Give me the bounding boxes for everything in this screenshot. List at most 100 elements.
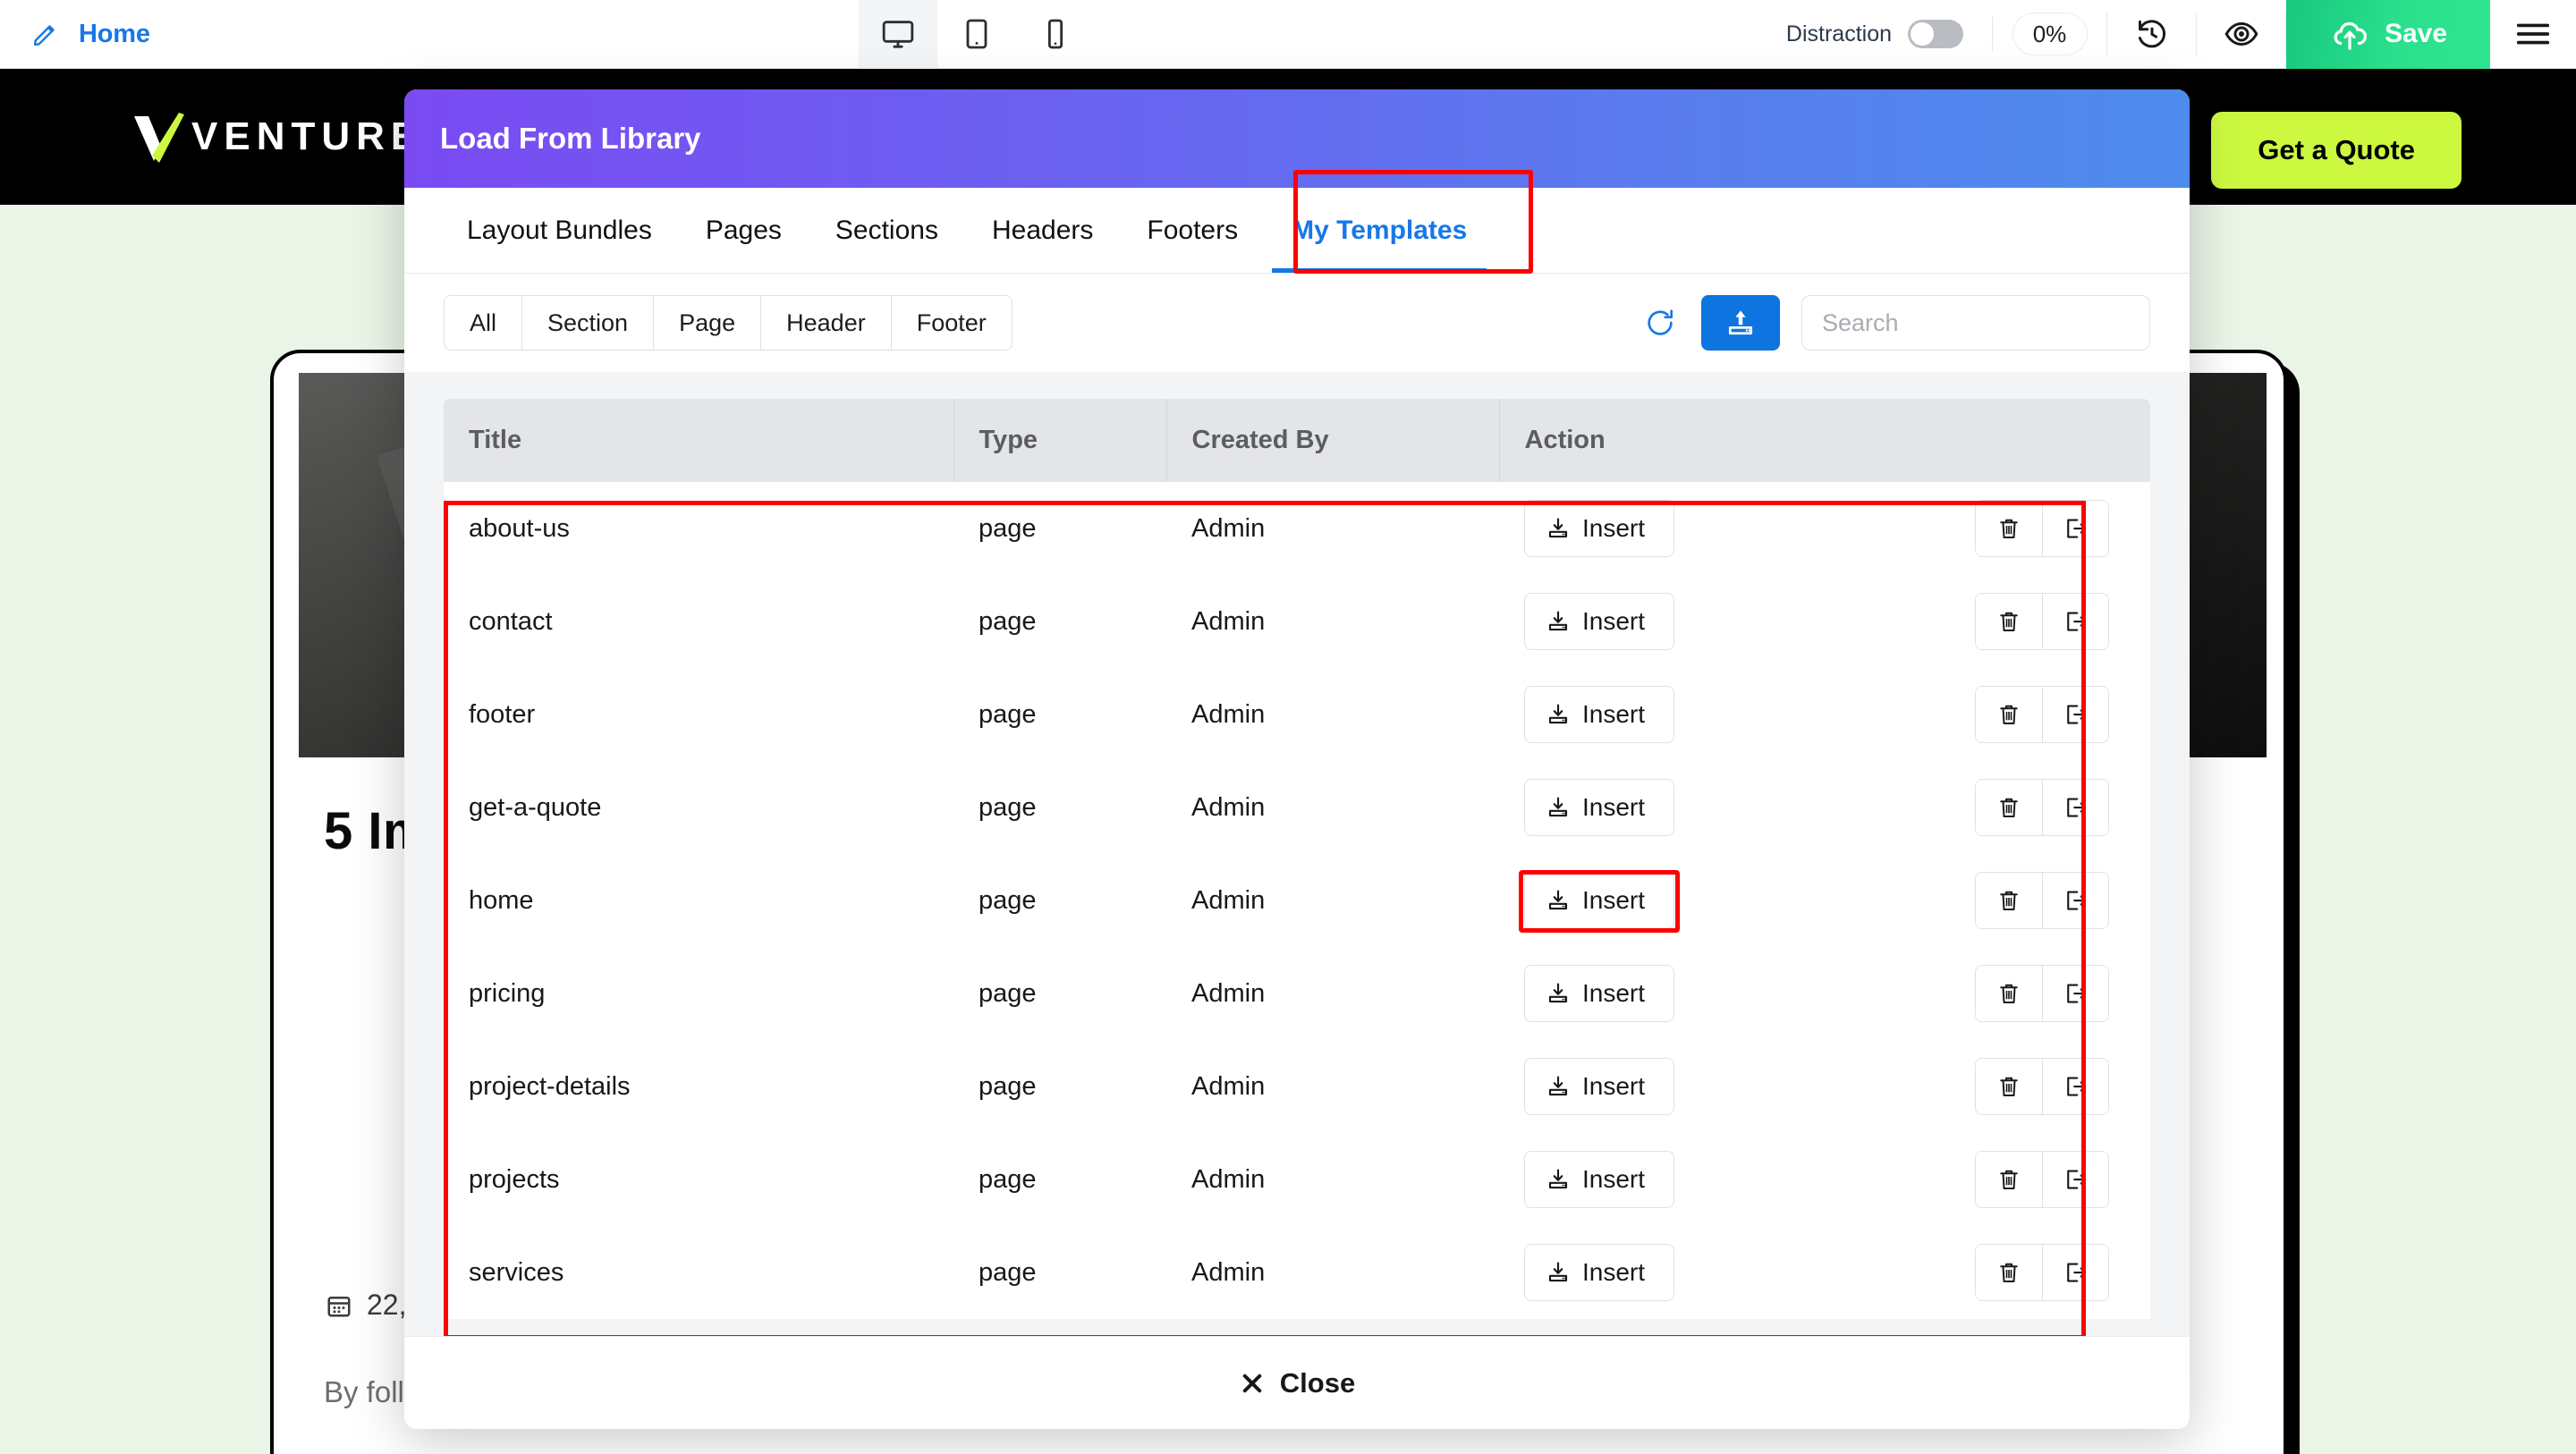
export-button[interactable]	[2042, 1245, 2108, 1300]
calendar-icon	[326, 1292, 352, 1319]
filter-header-button[interactable]: Header	[760, 295, 891, 351]
trash-icon	[1996, 515, 2022, 542]
export-button[interactable]	[2042, 594, 2108, 649]
tab-headers[interactable]: Headers	[965, 188, 1120, 273]
insert-button[interactable]: Insert	[1524, 965, 1674, 1022]
device-mobile-button[interactable]	[1016, 0, 1095, 69]
cell-created-by: Admin	[1166, 1226, 1499, 1319]
table-row[interactable]: about-us page Admin Insert	[444, 482, 2150, 575]
column-created-by: Created By	[1166, 399, 1499, 482]
insert-button[interactable]: Insert	[1524, 500, 1674, 557]
insert-button[interactable]: Insert	[1524, 1058, 1674, 1115]
export-button[interactable]	[2042, 687, 2108, 742]
table-row[interactable]: contact page Admin Insert	[444, 575, 2150, 668]
progress-indicator-wrap: 0%	[1993, 13, 2107, 55]
close-button[interactable]: Close	[1239, 1367, 1355, 1399]
get-a-quote-button[interactable]: Get a Quote	[2211, 112, 2462, 189]
cell-created-by: Admin	[1166, 668, 1499, 761]
site-brand[interactable]: VENTURE	[0, 109, 423, 165]
export-arrow-icon	[2063, 1166, 2089, 1193]
device-tablet-button[interactable]	[937, 0, 1016, 69]
load-from-library-modal: Load From Library Layout Bundles Pages S…	[404, 89, 2190, 1429]
export-arrow-icon	[2063, 794, 2089, 821]
distraction-toggle[interactable]	[1908, 20, 1963, 48]
close-x-icon	[1239, 1370, 1266, 1397]
export-button[interactable]	[2042, 780, 2108, 835]
hamburger-menu-button[interactable]	[2490, 0, 2576, 69]
tab-my-templates[interactable]: My Templates	[1265, 188, 1494, 273]
cell-action: Insert	[1499, 575, 2150, 668]
insert-button-label: Insert	[1582, 1072, 1645, 1101]
insert-button[interactable]: Insert	[1524, 872, 1674, 929]
filter-section-button[interactable]: Section	[521, 295, 653, 351]
delete-button[interactable]	[1976, 501, 2042, 556]
row-action-group	[1975, 1058, 2109, 1115]
cell-created-by: Admin	[1166, 854, 1499, 947]
export-button[interactable]	[2042, 1059, 2108, 1114]
row-action-group	[1975, 500, 2109, 557]
cell-action: Insert	[1499, 1133, 2150, 1226]
cell-action: Insert	[1499, 1226, 2150, 1319]
table-row[interactable]: project-details page Admin Insert	[444, 1040, 2150, 1133]
table-row[interactable]: pricing page Admin Insert	[444, 947, 2150, 1040]
insert-download-icon	[1545, 980, 1572, 1007]
export-button[interactable]	[2042, 966, 2108, 1021]
delete-button[interactable]	[1976, 594, 2042, 649]
trash-icon	[1996, 1259, 2022, 1286]
history-button[interactable]	[2107, 13, 2197, 55]
trash-icon	[1996, 608, 2022, 635]
progress-percent[interactable]: 0%	[2012, 13, 2088, 55]
insert-button[interactable]: Insert	[1524, 1244, 1674, 1301]
row-action-group	[1975, 965, 2109, 1022]
upload-template-button[interactable]	[1701, 295, 1780, 351]
cell-type: page	[953, 1040, 1166, 1133]
table-row[interactable]: footer page Admin Insert	[444, 668, 2150, 761]
export-arrow-icon	[2063, 515, 2089, 542]
delete-button[interactable]	[1976, 966, 2042, 1021]
insert-button[interactable]: Insert	[1524, 1151, 1674, 1208]
insert-button[interactable]: Insert	[1524, 593, 1674, 650]
table-row[interactable]: projects page Admin Insert	[444, 1133, 2150, 1226]
tablet-icon	[959, 16, 995, 52]
delete-button[interactable]	[1976, 780, 2042, 835]
modal-toolbar: All Section Page Header Footer	[404, 274, 2190, 372]
tab-pages[interactable]: Pages	[679, 188, 809, 273]
export-button[interactable]	[2042, 873, 2108, 928]
insert-button[interactable]: Insert	[1524, 686, 1674, 743]
insert-download-icon	[1545, 1259, 1572, 1286]
delete-button[interactable]	[1976, 1059, 2042, 1114]
filter-footer-button[interactable]: Footer	[891, 295, 1013, 351]
filter-all-button[interactable]: All	[444, 295, 521, 351]
row-action-group	[1975, 872, 2109, 929]
table-row[interactable]: get-a-quote page Admin Insert	[444, 761, 2150, 854]
history-undo-icon	[2133, 15, 2171, 53]
editor-toolbar: Home Distraction	[0, 0, 2576, 69]
device-desktop-button[interactable]	[859, 0, 937, 69]
save-button[interactable]: Save	[2286, 0, 2490, 69]
cell-created-by: Admin	[1166, 1040, 1499, 1133]
row-action-group	[1975, 779, 2109, 836]
tab-footers[interactable]: Footers	[1120, 188, 1265, 273]
cell-title: home	[444, 854, 953, 947]
export-button[interactable]	[2042, 501, 2108, 556]
cell-type: page	[953, 668, 1166, 761]
search-input[interactable]	[1801, 295, 2150, 351]
delete-button[interactable]	[1976, 873, 2042, 928]
insert-button[interactable]: Insert	[1524, 779, 1674, 836]
delete-button[interactable]	[1976, 1152, 2042, 1207]
export-arrow-icon	[2063, 1259, 2089, 1286]
distraction-label: Distraction	[1786, 21, 1892, 47]
preview-button[interactable]	[2197, 13, 2286, 55]
export-button[interactable]	[2042, 1152, 2108, 1207]
export-arrow-icon	[2063, 608, 2089, 635]
delete-button[interactable]	[1976, 1245, 2042, 1300]
refresh-button[interactable]	[1640, 303, 1680, 342]
table-row[interactable]: services page Admin Insert	[444, 1226, 2150, 1319]
cell-action: Insert	[1499, 482, 2150, 575]
tab-sections[interactable]: Sections	[809, 188, 965, 273]
delete-button[interactable]	[1976, 687, 2042, 742]
trash-icon	[1996, 980, 2022, 1007]
filter-page-button[interactable]: Page	[653, 295, 760, 351]
table-row[interactable]: home page Admin Insert	[444, 854, 2150, 947]
tab-layout-bundles[interactable]: Layout Bundles	[440, 188, 679, 273]
